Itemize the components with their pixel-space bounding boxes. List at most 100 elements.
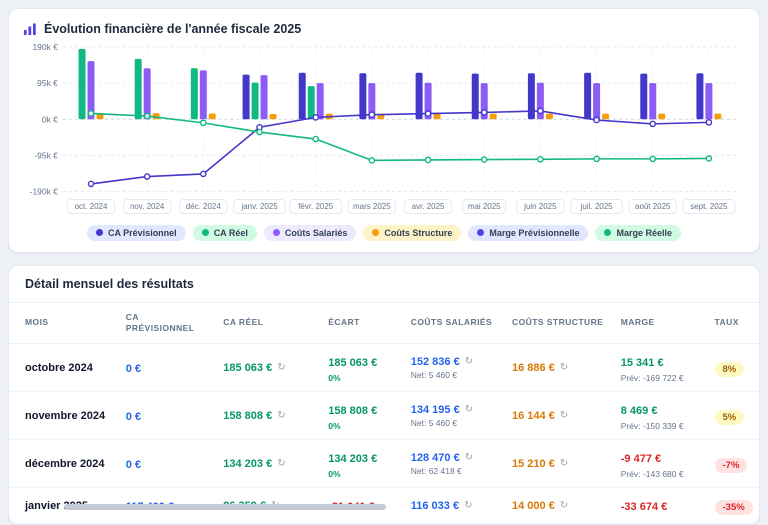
- column-header-structure: COÛTS STRUCTURE: [504, 303, 613, 344]
- bar: [490, 114, 497, 120]
- line-point: [313, 136, 318, 141]
- ecart-percent: 0%: [328, 421, 395, 431]
- column-header-mois: MOIS: [9, 303, 118, 344]
- line-point: [88, 111, 93, 116]
- legend-label: Marge Prévisionnelle: [489, 228, 579, 238]
- table-header: MOISCA PRÉVISIONNELCA RÉELÉCARTCOÛTS SAL…: [9, 303, 759, 344]
- bar: [649, 83, 656, 119]
- x-axis-label: sept. 2025: [690, 202, 728, 211]
- bar: [270, 114, 277, 119]
- marge-previsionnelle-value: Prév: -143 680 €: [621, 469, 699, 479]
- x-axis-label: janv. 2025: [240, 202, 278, 211]
- legend-label: Coûts Salariés: [285, 228, 348, 238]
- ecart-value: 134 203 €: [328, 453, 377, 465]
- line-point: [369, 112, 374, 117]
- month-label: décembre 2024: [25, 458, 110, 470]
- line-point: [313, 115, 318, 120]
- net-value: Net: 5 460 €: [411, 418, 496, 428]
- legend-label: Coûts Structure: [384, 228, 452, 238]
- line-point: [538, 157, 543, 162]
- financial-evolution-chart: 190k €95k €0k €-95k €-190k €oct. 2024nov…: [23, 41, 745, 222]
- bar-chart-icon: [23, 22, 37, 36]
- x-axis-label: août 2025: [635, 202, 671, 211]
- bar: [243, 75, 250, 120]
- ecart-percent: 0%: [328, 469, 395, 479]
- taux-badge: 5%: [715, 410, 745, 425]
- refresh-icon[interactable]: ↻: [464, 501, 472, 511]
- legend-label: CA Réel: [214, 228, 248, 238]
- refresh-icon[interactable]: ↻: [560, 501, 568, 511]
- legend-dot: [477, 229, 484, 236]
- legend-item[interactable]: Marge Prévisionnelle: [468, 225, 588, 241]
- legend-dot: [96, 229, 103, 236]
- legend-item[interactable]: Coûts Salariés: [264, 225, 357, 241]
- refresh-icon[interactable]: ↻: [465, 405, 473, 415]
- line-point: [257, 129, 262, 134]
- legend-item[interactable]: Marge Réelle: [595, 225, 681, 241]
- table-row: novembre 2024 0 € 158 808 €↻ 158 808 € 0…: [9, 392, 759, 440]
- taux-badge: -35%: [715, 500, 753, 515]
- bar: [584, 73, 591, 119]
- ecart-value: 158 808 €: [328, 405, 377, 417]
- couts-salaries-value: 116 033 €: [411, 500, 459, 512]
- marge-value: -9 477 €: [621, 453, 661, 465]
- ca-reel-value: 185 063 €: [223, 362, 272, 374]
- month-label: octobre 2024: [25, 362, 110, 374]
- legend-item[interactable]: CA Prévisionnel: [87, 225, 186, 241]
- refresh-icon[interactable]: ↻: [277, 459, 285, 469]
- line-point: [425, 111, 430, 116]
- line-point: [538, 108, 543, 113]
- line-point: [369, 158, 374, 163]
- refresh-icon[interactable]: ↻: [560, 411, 568, 421]
- bar: [658, 114, 665, 120]
- marge-value: 8 469 €: [621, 405, 658, 417]
- bar: [79, 49, 86, 119]
- legend-item[interactable]: Coûts Structure: [363, 225, 461, 241]
- bar: [416, 73, 423, 119]
- legend-label: CA Prévisionnel: [108, 228, 177, 238]
- bar: [135, 59, 142, 119]
- column-header-ca_prev: CA PRÉVISIONNEL: [118, 303, 216, 344]
- marge-previsionnelle-value: Prév: -169 722 €: [621, 373, 699, 383]
- refresh-icon[interactable]: ↻: [465, 357, 473, 367]
- marge-previsionnelle-value: Prév: -150 339 €: [621, 421, 699, 431]
- chart-card: Évolution financière de l'année fiscale …: [8, 8, 760, 253]
- column-header-marge: MARGE: [613, 303, 707, 344]
- bar: [696, 73, 703, 119]
- results-table-card: Détail mensuel des résultats MOISCA PRÉV…: [8, 265, 760, 525]
- taux-badge: -7%: [715, 458, 748, 473]
- bar: [252, 83, 259, 120]
- line-point: [145, 113, 150, 118]
- legend-label: Marge Réelle: [616, 228, 672, 238]
- refresh-icon[interactable]: ↻: [277, 411, 285, 421]
- bar: [317, 83, 324, 119]
- chart-legend: CA Prévisionnel CA Réel Coûts Salariés Coût…: [23, 222, 745, 246]
- column-header-ecart: ÉCART: [320, 303, 403, 344]
- legend-dot: [372, 229, 379, 236]
- line-point: [706, 120, 711, 125]
- legend-dot: [273, 229, 280, 236]
- bar: [308, 86, 315, 119]
- refresh-icon[interactable]: ↻: [277, 363, 285, 373]
- bar: [640, 74, 647, 120]
- y-axis-label: -95k €: [34, 150, 58, 160]
- bar: [434, 114, 441, 120]
- x-axis-label: mai 2025: [468, 202, 501, 211]
- taux-badge: 8%: [715, 362, 745, 377]
- y-axis-label: 95k €: [37, 78, 58, 88]
- y-axis-label: -190k €: [30, 187, 59, 197]
- bar: [200, 70, 207, 119]
- bar: [209, 113, 216, 119]
- couts-structure-value: 16 144 €: [512, 410, 555, 422]
- column-header-salaries: COÛTS SALARIÉS: [403, 303, 504, 344]
- refresh-icon[interactable]: ↻: [560, 459, 568, 469]
- ca-reel-value: 134 203 €: [223, 458, 272, 470]
- refresh-icon[interactable]: ↻: [465, 453, 473, 463]
- legend-dot: [202, 229, 209, 236]
- line-point: [201, 171, 206, 176]
- refresh-icon[interactable]: ↻: [560, 363, 568, 373]
- dashboard-page: Évolution financière de l'année fiscale …: [0, 0, 768, 525]
- x-axis-label: juin 2025: [523, 202, 557, 211]
- legend-item[interactable]: CA Réel: [193, 225, 257, 241]
- horizontal-scrollbar-thumb[interactable]: [64, 504, 386, 510]
